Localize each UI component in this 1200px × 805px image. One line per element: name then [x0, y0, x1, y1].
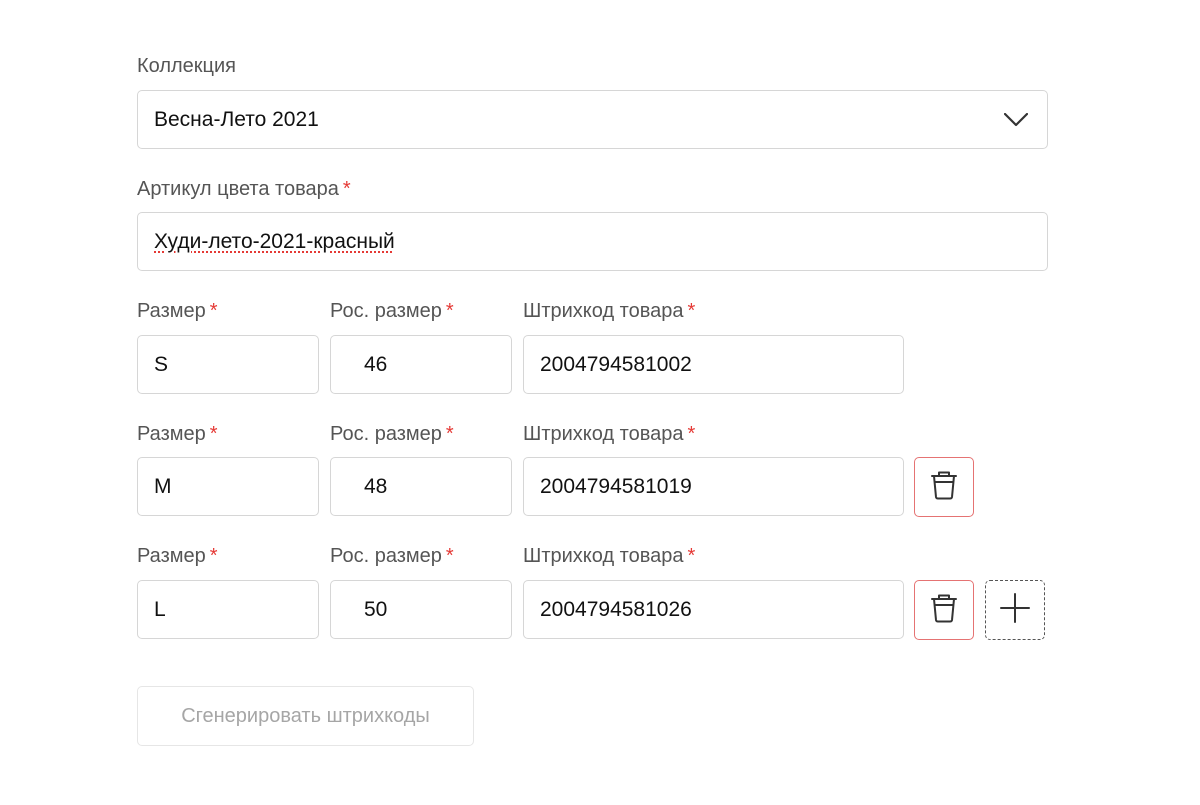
- ru-size-value: 50: [364, 597, 388, 621]
- barcode-field[interactable]: 2004794581002: [523, 335, 904, 394]
- ru-size-value: 46: [364, 352, 388, 376]
- barcode-field[interactable]: 2004794581019: [523, 457, 904, 516]
- barcode-label: Штрихкод товара *: [523, 422, 695, 446]
- trash-icon: [930, 593, 958, 628]
- add-row-button[interactable]: [985, 580, 1045, 640]
- required-mark: *: [209, 423, 218, 445]
- required-mark: *: [445, 423, 454, 445]
- size-value: S: [154, 352, 169, 376]
- barcode-label: Штрихкод товара *: [523, 299, 695, 323]
- color-article-field[interactable]: Худи-лето-2021-красный: [137, 212, 1048, 271]
- color-article-label-text: Артикул цвета товара: [137, 178, 339, 200]
- generate-barcodes-label: Сгенерировать штрихкоды: [181, 704, 430, 727]
- ru-size-label: Рос. размер *: [330, 299, 454, 323]
- barcode-value: 2004794581026: [540, 597, 692, 621]
- ru-size-value: 48: [364, 474, 388, 498]
- ru-size-label: Рос. размер *: [330, 544, 454, 568]
- required-mark: *: [687, 423, 696, 445]
- size-label-text: Размер: [137, 300, 206, 322]
- barcode-label-text: Штрихкод товара: [523, 423, 684, 445]
- delete-row-button[interactable]: [914, 580, 974, 640]
- required-mark: *: [687, 300, 696, 322]
- required-mark: *: [445, 300, 454, 322]
- barcode-label-text: Штрихкод товара: [523, 300, 684, 322]
- size-value: M: [154, 474, 172, 498]
- collection-select-value: Весна-Лето 2021: [154, 107, 319, 131]
- collection-label: Коллекция: [137, 54, 236, 78]
- required-mark: *: [342, 178, 351, 200]
- size-label-text: Размер: [137, 545, 206, 567]
- required-mark: *: [209, 300, 218, 322]
- size-field[interactable]: S: [137, 335, 319, 394]
- ru-size-field[interactable]: 46: [330, 335, 512, 394]
- size-label: Размер *: [137, 422, 218, 446]
- delete-row-button[interactable]: [914, 457, 974, 517]
- required-mark: *: [209, 545, 218, 567]
- chevron-down-icon: [1003, 107, 1029, 133]
- ru-size-field[interactable]: 48: [330, 457, 512, 516]
- size-field[interactable]: M: [137, 457, 319, 516]
- size-field[interactable]: L: [137, 580, 319, 639]
- ru-size-field[interactable]: 50: [330, 580, 512, 639]
- trash-icon: [930, 470, 958, 505]
- product-variant-form: Коллекция Весна-Лето 2021 Артикул цвета …: [0, 0, 1200, 805]
- barcode-value: 2004794581002: [540, 352, 692, 376]
- color-article-value: Худи-лето-2021-красный: [154, 229, 395, 253]
- plus-icon: [999, 592, 1031, 629]
- barcode-value: 2004794581019: [540, 474, 692, 498]
- barcode-field[interactable]: 2004794581026: [523, 580, 904, 639]
- color-article-label: Артикул цвета товара *: [137, 177, 351, 201]
- ru-size-label-text: Рос. размер: [330, 423, 442, 445]
- required-mark: *: [445, 545, 454, 567]
- required-mark: *: [687, 545, 696, 567]
- size-label: Размер *: [137, 544, 218, 568]
- generate-barcodes-button[interactable]: Сгенерировать штрихкоды: [137, 686, 474, 746]
- size-value: L: [154, 597, 166, 621]
- size-label: Размер *: [137, 299, 218, 323]
- collection-label-text: Коллекция: [137, 55, 237, 77]
- barcode-label: Штрихкод товара *: [523, 544, 695, 568]
- ru-size-label: Рос. размер *: [330, 422, 454, 446]
- barcode-label-text: Штрихкод товара: [523, 545, 684, 567]
- size-label-text: Размер: [137, 423, 206, 445]
- ru-size-label-text: Рос. размер: [330, 300, 442, 322]
- ru-size-label-text: Рос. размер: [330, 545, 442, 567]
- collection-select[interactable]: Весна-Лето 2021: [137, 90, 1048, 149]
